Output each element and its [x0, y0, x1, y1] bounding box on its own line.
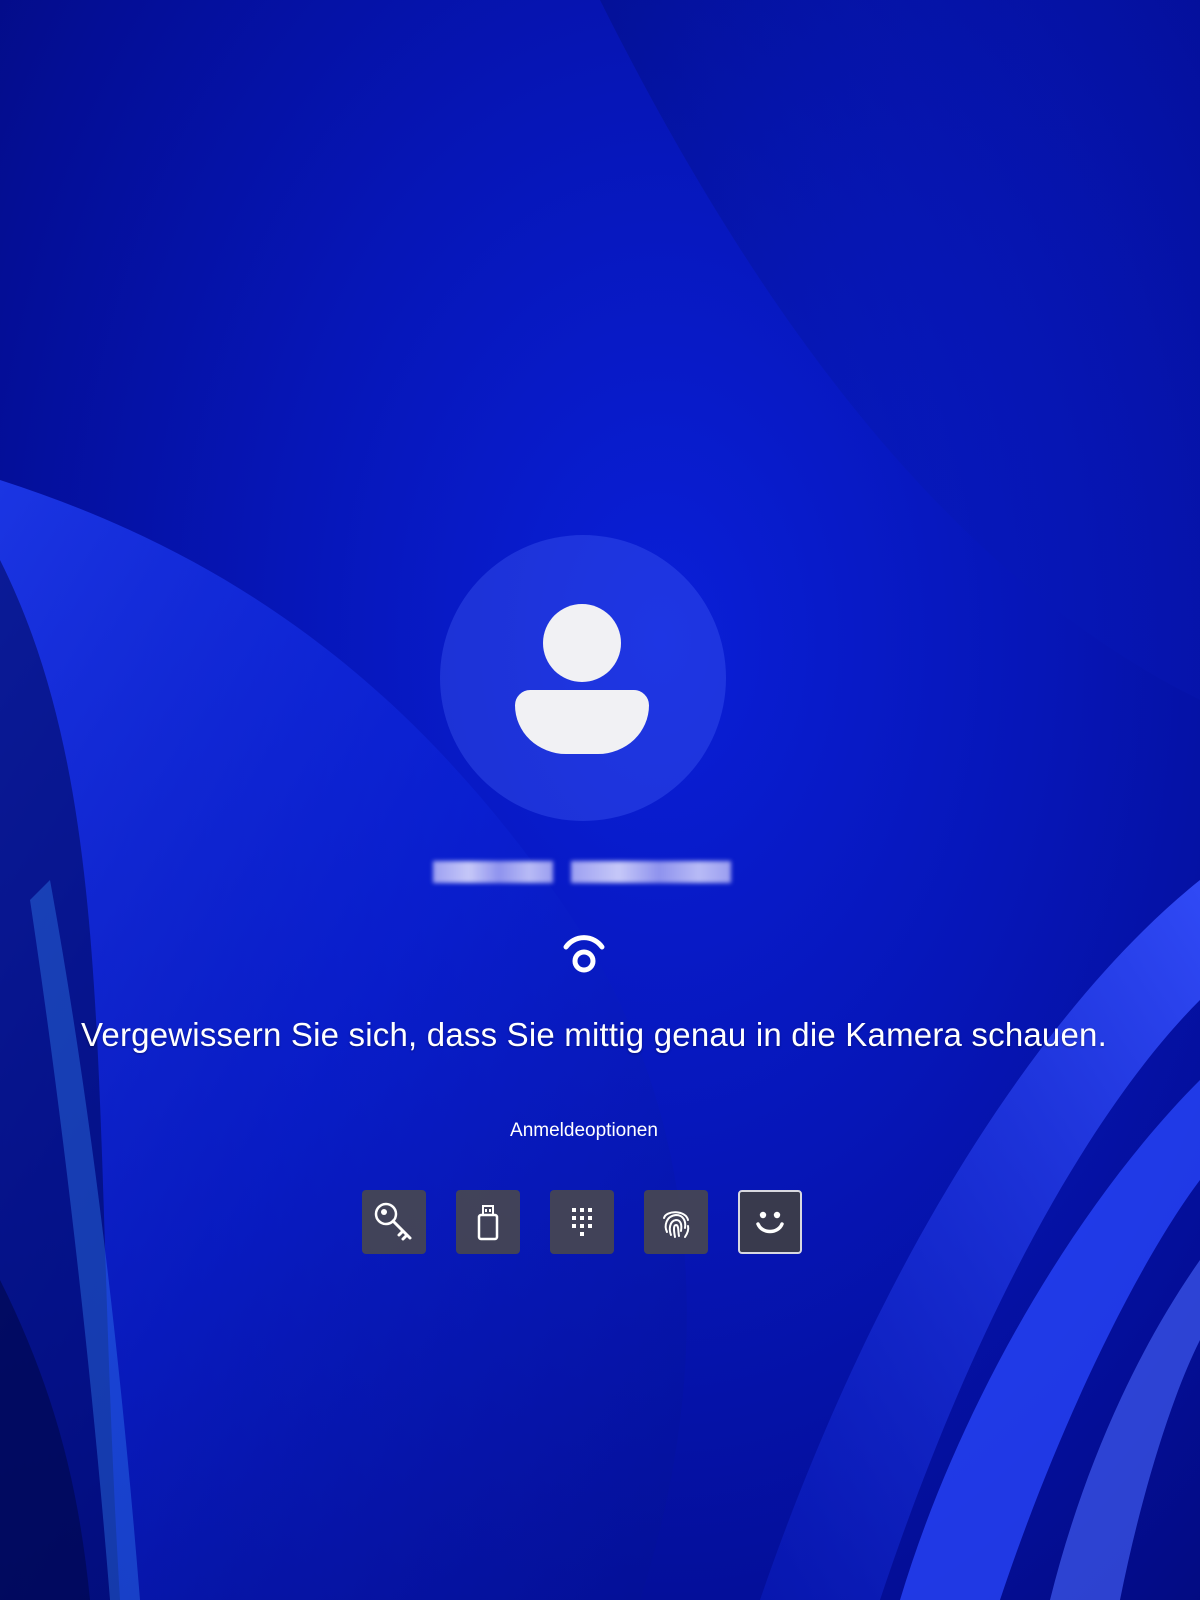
option-security-key[interactable]	[456, 1190, 520, 1254]
key-icon	[374, 1202, 412, 1241]
usb-key-icon	[477, 1205, 499, 1241]
smiley-face-icon	[756, 1211, 784, 1234]
option-facial-recognition[interactable]	[738, 1190, 802, 1254]
keypad-icon	[572, 1208, 592, 1236]
sign-in-options-link[interactable]: Anmeldeoptionen	[0, 1120, 1184, 1142]
username-redacted	[432, 858, 732, 886]
option-pin[interactable]	[550, 1190, 614, 1254]
username-blur-segment	[433, 861, 553, 883]
avatar-head-icon	[543, 604, 621, 682]
sign-in-options	[362, 1190, 812, 1256]
face-recognition-icon	[563, 935, 605, 973]
instruction-text: Vergewissern Sie sich, dass Sie mittig g…	[81, 1016, 1107, 1053]
lock-screen: Vergewissern Sie sich, dass Sie mittig g…	[0, 0, 1200, 1600]
option-password-key[interactable]	[362, 1190, 426, 1254]
option-fingerprint[interactable]	[644, 1190, 708, 1254]
username-blur-segment	[571, 861, 731, 883]
fingerprint-icon	[663, 1211, 690, 1238]
